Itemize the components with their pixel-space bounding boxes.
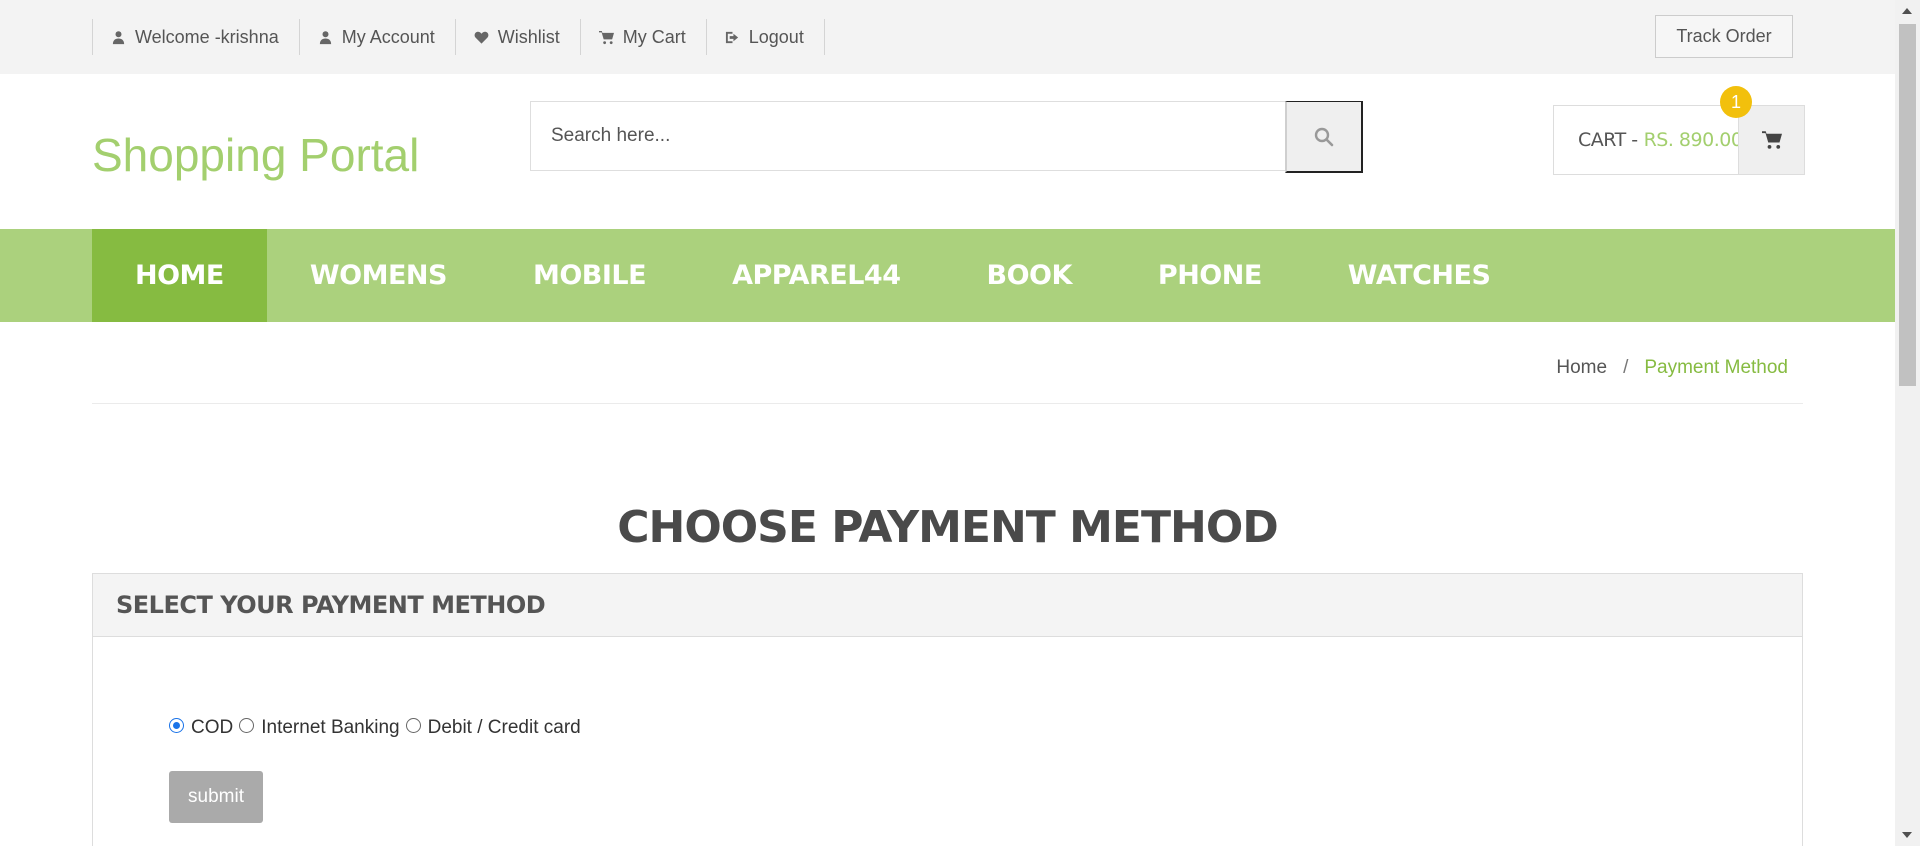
scroll-down-arrow-icon[interactable] xyxy=(1902,832,1912,838)
panel-title: SELECT YOUR PAYMENT METHOD xyxy=(93,574,1802,637)
wishlist-label: Wishlist xyxy=(497,26,560,47)
top-links: Welcome -krishna My Account Wishlist My … xyxy=(92,19,825,55)
cod-radio[interactable] xyxy=(169,717,184,733)
my-cart-link[interactable]: My Cart xyxy=(581,19,707,55)
cart-summary: CART - RS. 890.00 xyxy=(1578,106,1743,174)
internet-banking-radio[interactable] xyxy=(239,717,255,733)
cart-icon xyxy=(1761,131,1782,149)
track-order-button[interactable]: Track Order xyxy=(1655,15,1793,58)
wishlist-link[interactable]: Wishlist xyxy=(456,19,581,55)
cart-icon xyxy=(598,30,614,44)
cart-amount: RS. 890.00 xyxy=(1643,129,1743,151)
nav-item-home[interactable]: HOME xyxy=(92,229,267,322)
search-bar xyxy=(530,101,1363,173)
welcome-link[interactable]: Welcome -krishna xyxy=(93,19,300,55)
payment-panel: SELECT YOUR PAYMENT METHOD COD Internet … xyxy=(92,573,1803,846)
search-button[interactable] xyxy=(1285,101,1363,173)
breadcrumb-current: Payment Method xyxy=(1644,357,1788,378)
my-account-label: My Account xyxy=(341,26,435,47)
breadcrumb-divider xyxy=(92,403,1803,404)
heart-icon xyxy=(474,31,489,44)
page: Welcome -krishna My Account Wishlist My … xyxy=(0,0,1895,846)
my-cart-label: My Cart xyxy=(622,26,686,47)
logout-link[interactable]: Logout xyxy=(707,19,825,55)
submit-button[interactable]: submit xyxy=(169,771,263,823)
user-icon xyxy=(319,30,331,44)
payment-option-cod[interactable]: COD xyxy=(169,717,233,739)
logout-icon xyxy=(725,31,738,43)
main-nav: HOME WOMENS MOBILE APPAREL44 BOOK PHONE … xyxy=(0,229,1895,322)
internet-banking-label: Internet Banking xyxy=(261,717,400,738)
my-account-link[interactable]: My Account xyxy=(300,19,456,55)
page-title: CHOOSE PAYMENT METHOD xyxy=(617,502,1279,553)
scroll-thumb[interactable] xyxy=(1899,24,1916,386)
card-label: Debit / Credit card xyxy=(427,717,581,738)
nav-item-phone[interactable]: PHONE xyxy=(1115,229,1305,322)
search-icon xyxy=(1314,127,1334,146)
vertical-scrollbar[interactable] xyxy=(1895,0,1920,846)
site-logo[interactable]: Shopping Portal xyxy=(92,128,419,182)
nav-items: HOME WOMENS MOBILE APPAREL44 BOOK PHONE … xyxy=(92,229,1533,322)
logout-label: Logout xyxy=(748,26,804,47)
search-input[interactable] xyxy=(531,102,1285,170)
breadcrumb: Home / Payment Method xyxy=(1556,357,1788,379)
card-radio[interactable] xyxy=(405,717,421,733)
payment-options: COD Internet Banking Debit / Credit card xyxy=(169,717,581,739)
cart-count-badge: 1 xyxy=(1720,86,1752,118)
breadcrumb-separator: / xyxy=(1623,357,1629,378)
payment-option-internet-banking[interactable]: Internet Banking xyxy=(239,717,400,739)
header-cart[interactable]: CART - RS. 890.00 xyxy=(1553,105,1805,175)
nav-item-book[interactable]: BOOK xyxy=(943,229,1114,322)
nav-item-mobile[interactable]: MOBILE xyxy=(490,229,689,322)
breadcrumb-home[interactable]: Home xyxy=(1556,357,1607,379)
payment-option-card[interactable]: Debit / Credit card xyxy=(405,717,581,739)
user-icon xyxy=(112,30,125,44)
scroll-up-arrow-icon[interactable] xyxy=(1902,8,1912,14)
cod-label: COD xyxy=(191,717,234,738)
nav-item-womens[interactable]: WOMENS xyxy=(267,229,490,322)
cart-icon-button[interactable] xyxy=(1738,105,1805,175)
nav-item-watches[interactable]: WATCHES xyxy=(1305,229,1534,322)
welcome-label: Welcome -krishna xyxy=(135,26,279,47)
nav-item-apparel44[interactable]: APPAREL44 xyxy=(689,229,943,322)
top-bar: Welcome -krishna My Account Wishlist My … xyxy=(0,0,1895,74)
cart-label: CART - xyxy=(1578,129,1638,151)
